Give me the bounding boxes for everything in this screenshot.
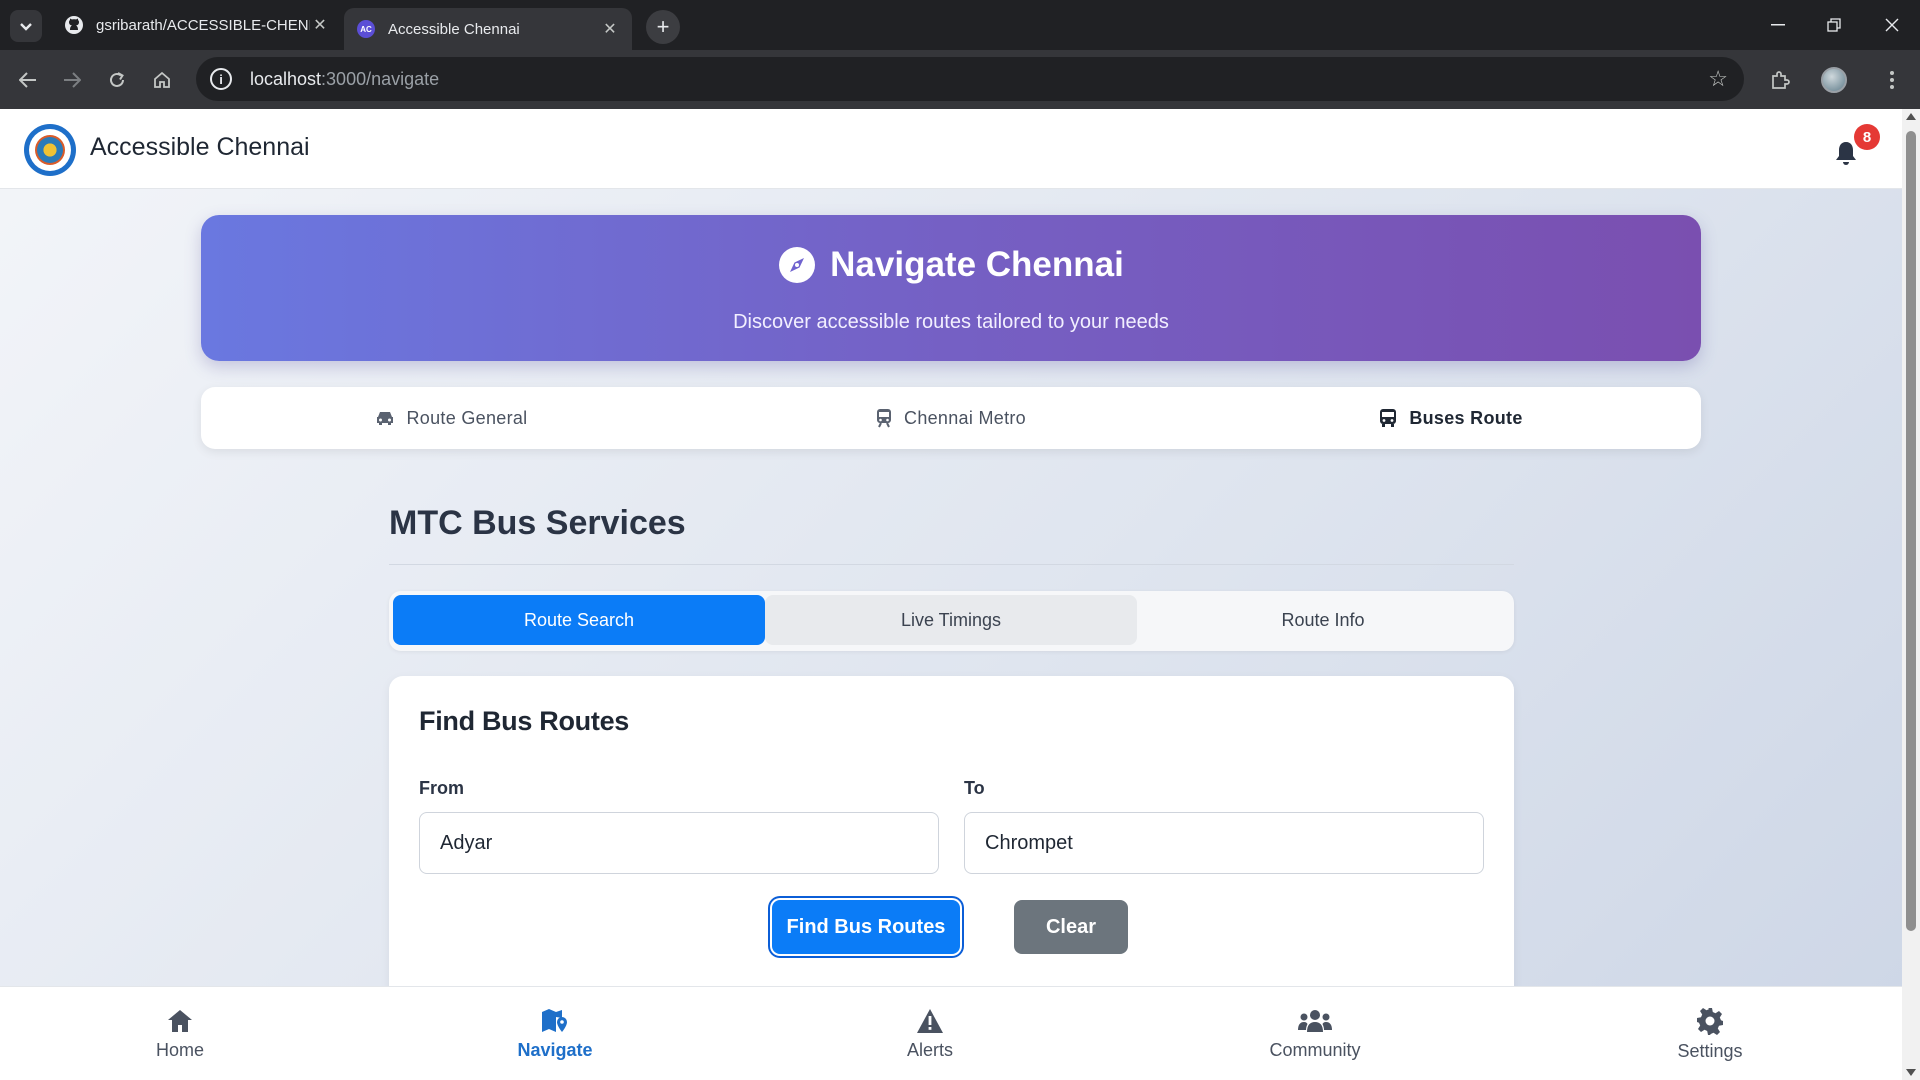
new-tab-button[interactable]: +	[646, 10, 680, 44]
hero-banner: Navigate Chennai Discover accessible rou…	[201, 215, 1701, 361]
browser-tab-github[interactable]: gsribarath/ACCESSIBLE-CHENN ✕	[52, 8, 342, 42]
from-input[interactable]	[419, 812, 939, 874]
url-path: :3000/navigate	[321, 68, 440, 89]
ac-favicon-icon: AC	[356, 19, 376, 39]
page-viewport: Accessible Chennai 8 Navigate Chennai Di…	[0, 109, 1902, 1080]
browser-tab-active[interactable]: AC Accessible Chennai ✕	[344, 8, 632, 50]
to-label: To	[964, 778, 985, 798]
app-header: Accessible Chennai 8	[0, 109, 1902, 189]
hero-title-row: Navigate Chennai	[201, 245, 1701, 285]
tab-label: Route General	[406, 407, 528, 428]
to-input[interactable]	[964, 812, 1484, 874]
from-label: From	[419, 778, 464, 798]
nav-label: Alerts	[906, 1039, 953, 1060]
tab-route-info[interactable]: Route Info	[1137, 595, 1509, 645]
transport-mode-tabs: Route General Chennai Metro Buses Route	[201, 387, 1701, 449]
tab-search-button[interactable]	[10, 10, 42, 42]
tab-title: Accessible Chennai	[388, 20, 520, 38]
reload-icon[interactable]	[99, 62, 135, 98]
nav-label: Community	[1269, 1039, 1361, 1060]
tab-live-timings[interactable]: Live Timings	[765, 595, 1137, 645]
nav-label: Home	[155, 1039, 204, 1060]
bus-sub-tabs: Route Search Live Timings Route Info	[389, 591, 1514, 651]
github-icon	[64, 15, 84, 35]
bus-icon	[1380, 409, 1397, 427]
url-host: localhost	[250, 68, 322, 89]
restore-icon[interactable]	[1806, 0, 1862, 50]
forward-icon[interactable]	[54, 62, 90, 98]
home-browser-icon[interactable]	[144, 62, 180, 98]
tab-label: Buses Route	[1409, 407, 1523, 428]
scroll-down-icon[interactable]	[1906, 1069, 1916, 1076]
site-info-icon[interactable]: i	[210, 68, 232, 90]
card-title: Find Bus Routes	[419, 706, 629, 736]
minimize-icon[interactable]	[1750, 0, 1806, 50]
back-icon[interactable]	[10, 62, 46, 98]
find-bus-routes-button[interactable]: Find Bus Routes	[772, 900, 960, 954]
tab-buses-route[interactable]: Buses Route	[1201, 387, 1701, 449]
tab-title: gsribarath/ACCESSIBLE-CHENN	[96, 16, 310, 34]
chevron-down-icon	[20, 23, 32, 31]
tab-route-search[interactable]: Route Search	[393, 595, 765, 645]
bookmark-star-icon[interactable]: ☆	[1708, 66, 1728, 92]
nav-alerts[interactable]: Alerts	[880, 987, 980, 1080]
nav-settings[interactable]: Settings	[1660, 987, 1760, 1080]
tab-label: Chennai Metro	[904, 407, 1026, 428]
app-logo[interactable]	[24, 124, 76, 176]
nav-home[interactable]: Home	[130, 987, 230, 1080]
nav-community[interactable]: Community	[1255, 987, 1375, 1080]
hero-title: Navigate Chennai	[830, 245, 1124, 284]
home-icon	[168, 1009, 192, 1032]
notification-badge: 8	[1854, 124, 1880, 150]
profile-avatar[interactable]	[1818, 64, 1850, 96]
nav-label: Settings	[1677, 1040, 1743, 1061]
close-tab-icon[interactable]: ✕	[310, 15, 330, 35]
car-icon	[376, 412, 393, 425]
tab-route-general[interactable]: Route General	[201, 387, 701, 449]
address-bar[interactable]: i localhost:3000/navigate ☆	[196, 57, 1744, 101]
users-icon	[1298, 1009, 1332, 1032]
browser-toolbar: i localhost:3000/navigate ☆	[0, 50, 1920, 109]
scroll-up-icon[interactable]	[1906, 113, 1916, 120]
clear-button[interactable]: Clear	[1014, 900, 1128, 954]
browser-menu-icon[interactable]	[1876, 64, 1908, 96]
close-tab-icon[interactable]: ✕	[600, 19, 620, 39]
section-title: MTC Bus Services	[389, 504, 686, 542]
page-scrollbar[interactable]	[1902, 109, 1920, 1080]
app-brand: Accessible Chennai	[90, 133, 310, 161]
warning-icon	[917, 1008, 943, 1033]
scrollbar-thumb[interactable]	[1906, 131, 1916, 931]
divider	[389, 564, 1514, 565]
compass-icon	[779, 247, 816, 283]
close-window-icon[interactable]	[1864, 0, 1920, 50]
browser-tab-bar: gsribarath/ACCESSIBLE-CHENN ✕ AC Accessi…	[0, 0, 1920, 50]
train-icon	[877, 409, 892, 428]
map-marker-icon	[542, 1008, 567, 1032]
hero-subtitle: Discover accessible routes tailored to y…	[733, 311, 1169, 333]
nav-navigate[interactable]: Navigate	[505, 987, 605, 1080]
extensions-icon[interactable]	[1764, 64, 1796, 96]
tab-chennai-metro[interactable]: Chennai Metro	[701, 387, 1201, 449]
nav-label: Navigate	[517, 1039, 593, 1060]
bottom-navigation: Home Navigate Alerts Community Settings	[0, 986, 1902, 1080]
gear-icon	[1697, 1007, 1723, 1035]
